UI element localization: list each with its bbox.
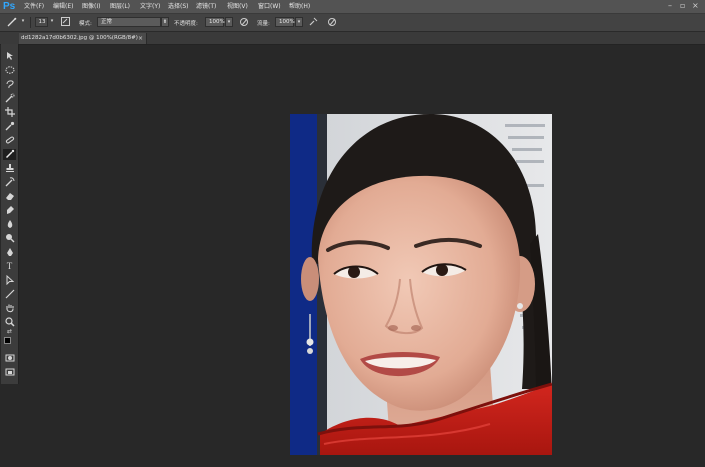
- mode-value: 正常: [101, 19, 113, 25]
- portrait-photo: [290, 114, 552, 455]
- menu-image[interactable]: 图像(I): [82, 2, 100, 11]
- app-logo: Ps: [3, 1, 16, 12]
- opacity-value: 100%: [209, 19, 225, 25]
- mode-dropdown-icon[interactable]: ⬍: [161, 17, 169, 27]
- close-tab-icon[interactable]: ×: [138, 33, 143, 44]
- gradient-icon[interactable]: [3, 205, 16, 216]
- document-tab-bar: dd1282a17d0b6302.jpg @ 100%(RGB/8#) ×: [0, 32, 705, 45]
- marquee-icon[interactable]: [3, 65, 16, 76]
- maximize-icon[interactable]: ▫: [680, 1, 685, 11]
- menu-bar: Ps 文件(F) 编辑(E) 图像(I) 图层(L) 文字(Y) 选择(S) 滤…: [0, 0, 705, 14]
- blur-icon[interactable]: [3, 219, 16, 230]
- menu-help[interactable]: 帮助(H): [289, 2, 310, 11]
- opacity-pressure-icon[interactable]: [238, 17, 250, 28]
- document-image[interactable]: [290, 114, 552, 455]
- menu-type[interactable]: 文字(Y): [140, 2, 160, 11]
- minimize-icon[interactable]: –: [668, 1, 672, 11]
- menu-layer[interactable]: 图层(L): [110, 2, 130, 11]
- menu-select[interactable]: 选择(S): [168, 2, 189, 11]
- history-brush-icon[interactable]: [3, 177, 16, 188]
- document-tab-title: dd1282a17d0b6302.jpg @ 100%(RGB/8#): [21, 35, 138, 41]
- hand-icon[interactable]: [3, 303, 16, 314]
- brush-size-picker[interactable]: 13: [35, 17, 48, 27]
- quick-mask-icon[interactable]: [3, 353, 16, 364]
- menu-view[interactable]: 视图(V): [227, 2, 248, 11]
- flow-input[interactable]: 100%: [275, 17, 295, 27]
- eraser-icon[interactable]: [3, 191, 16, 202]
- path-select-icon[interactable]: [3, 274, 16, 286]
- swap-colors-icon[interactable]: ⇄: [3, 328, 16, 336]
- foreground-color-swatch[interactable]: [4, 337, 11, 344]
- crop-icon[interactable]: [3, 107, 16, 118]
- brush-size-value: 13: [38, 19, 46, 25]
- move-icon[interactable]: [3, 51, 16, 62]
- close-window-icon[interactable]: ×: [692, 1, 699, 11]
- opacity-input[interactable]: 100%: [205, 17, 225, 27]
- tools-panel: T ⇄: [1, 44, 19, 384]
- lasso-icon[interactable]: [3, 79, 16, 90]
- mode-select[interactable]: 正常: [97, 17, 161, 27]
- document-tab[interactable]: dd1282a17d0b6302.jpg @ 100%(RGB/8#) ×: [19, 33, 147, 44]
- zoom-icon[interactable]: [3, 317, 16, 328]
- pen-icon[interactable]: [3, 247, 16, 258]
- menu-window[interactable]: 窗口(W): [258, 2, 281, 11]
- brush-size-dropdown-icon[interactable]: ▾: [48, 17, 56, 27]
- mode-label: 模式:: [79, 21, 92, 27]
- eyedropper-icon[interactable]: [3, 121, 16, 132]
- airbrush-icon[interactable]: [307, 17, 319, 28]
- menu-edit[interactable]: 编辑(E): [53, 2, 73, 11]
- menu-file[interactable]: 文件(F): [24, 2, 44, 11]
- healing-icon[interactable]: [3, 135, 16, 146]
- flow-label: 流量:: [257, 21, 270, 27]
- type-icon[interactable]: T: [3, 261, 16, 272]
- brush-panel-icon[interactable]: [59, 17, 71, 28]
- brush-icon[interactable]: [3, 149, 16, 160]
- line-icon[interactable]: [3, 289, 16, 300]
- size-pressure-icon[interactable]: [326, 17, 338, 28]
- flow-dropdown-icon[interactable]: ▾: [295, 17, 303, 27]
- options-bar: ▾ 13 ▾ 模式: 正常 ⬍ 不透明度: 100% ▾ 流量: 100% ▾: [0, 14, 705, 32]
- clone-stamp-icon[interactable]: [3, 163, 16, 174]
- flow-value: 100%: [279, 19, 295, 25]
- opacity-label: 不透明度:: [174, 21, 198, 27]
- menu-filter[interactable]: 滤镜(T): [196, 2, 216, 11]
- screen-mode-icon[interactable]: [3, 367, 16, 378]
- brush-preset-icon[interactable]: [6, 17, 18, 28]
- dodge-icon[interactable]: [3, 233, 16, 244]
- separator: [30, 17, 31, 28]
- quick-select-icon[interactable]: [3, 93, 16, 104]
- opacity-dropdown-icon[interactable]: ▾: [225, 17, 233, 27]
- brush-preset-dropdown-icon[interactable]: ▾: [19, 17, 27, 27]
